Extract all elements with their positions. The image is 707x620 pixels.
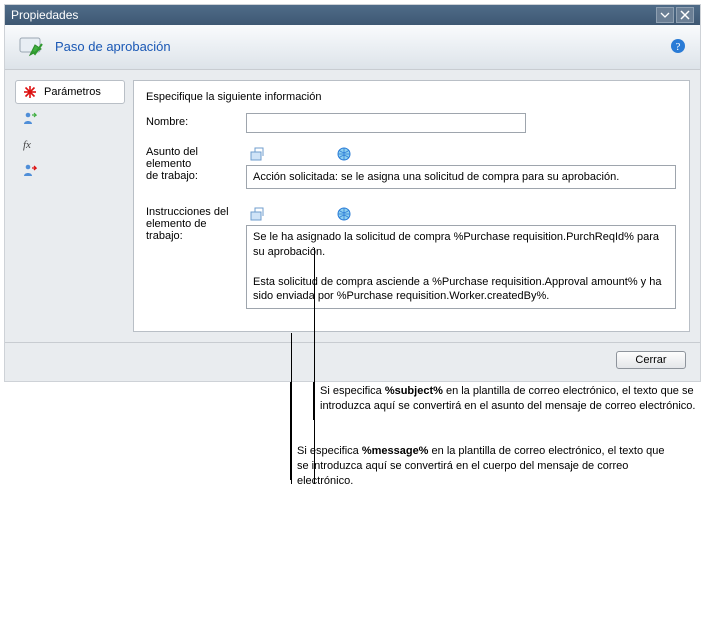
user-arrow-icon — [22, 110, 38, 126]
annotation-message: Si especifica %message% en la plantilla … — [297, 444, 677, 489]
tab-parameters[interactable]: Parámetros — [15, 80, 125, 104]
instructions-input[interactable]: Se le ha asignado la solicitud de compra… — [246, 225, 676, 309]
side-tabs: Parámetros fx — [15, 80, 125, 332]
properties-window: Propiedades Paso de aprobación ? — [4, 4, 701, 382]
dropdown-button[interactable] — [656, 7, 674, 23]
annotations: Si especifica %subject% en la plantilla … — [4, 382, 701, 527]
globe-icon[interactable] — [336, 206, 352, 222]
close-button[interactable] — [676, 7, 694, 23]
form-intro: Especifique la siguiente información — [146, 91, 677, 103]
body-area: Parámetros fx Especifique la siguiente i… — [5, 70, 700, 342]
name-input[interactable] — [246, 113, 526, 133]
name-label: Nombre: — [146, 113, 246, 128]
tab-assignment[interactable] — [15, 106, 125, 130]
subject-label-l1: Asunto del elemento — [146, 146, 246, 170]
insert-placeholder-icon[interactable] — [250, 206, 266, 222]
svg-text:?: ? — [676, 41, 681, 53]
asterisk-icon — [22, 84, 38, 100]
titlebar: Propiedades — [5, 5, 700, 25]
tab-parameters-label: Parámetros — [44, 86, 101, 98]
fx-icon: fx — [22, 136, 38, 152]
tab-escalation[interactable] — [15, 158, 125, 182]
close-dialog-button[interactable]: Cerrar — [616, 351, 686, 369]
user-red-arrow-icon — [22, 162, 38, 178]
instructions-label-l1: Instrucciones del — [146, 206, 246, 218]
row-subject: Asunto del elemento de trabajo: Acción s… — [146, 143, 677, 189]
row-instructions: Instrucciones del elemento de trabajo: S… — [146, 203, 677, 309]
insert-placeholder-icon[interactable] — [250, 146, 266, 162]
svg-text:fx: fx — [23, 139, 31, 151]
help-icon[interactable]: ? — [670, 38, 686, 54]
window-title: Propiedades — [11, 8, 654, 22]
header-strip: Paso de aprobación ? — [5, 25, 700, 70]
globe-icon[interactable] — [336, 146, 352, 162]
footer: Cerrar — [5, 342, 700, 381]
subject-input[interactable]: Acción solicitada: se le asigna una soli… — [246, 165, 676, 189]
subject-toolbar — [246, 143, 677, 165]
form-panel: Especifique la siguiente información Nom… — [133, 80, 690, 332]
tab-condition[interactable]: fx — [15, 132, 125, 156]
subject-label-l2: de trabajo: — [146, 170, 246, 182]
instructions-label-l2: elemento de trabajo: — [146, 218, 246, 242]
row-name: Nombre: — [146, 113, 677, 133]
instructions-toolbar — [246, 203, 677, 225]
annotation-subject: Si especifica %subject% en la plantilla … — [320, 384, 700, 414]
step-title: Paso de aprobación — [55, 39, 171, 54]
approval-step-icon — [19, 35, 47, 57]
